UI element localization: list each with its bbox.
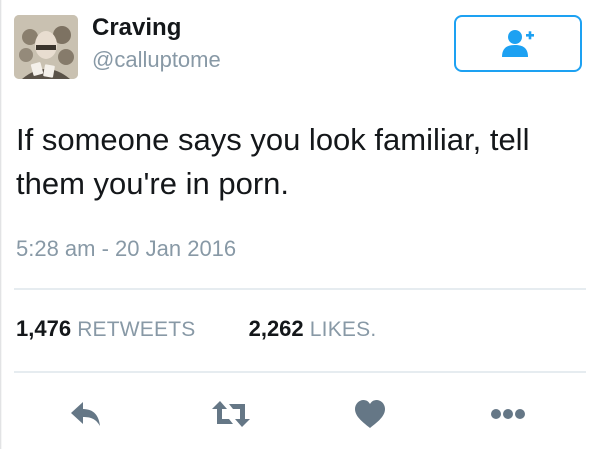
avatar[interactable] (14, 15, 78, 79)
tweet-text-line: If someone says you look familiar, tell (16, 122, 530, 157)
divider (14, 371, 586, 373)
user-handle[interactable]: @calluptome (92, 47, 221, 73)
more-icon (491, 409, 525, 419)
add-user-icon (502, 29, 534, 57)
reply-button[interactable] (66, 394, 106, 434)
retweet-icon (212, 401, 250, 427)
like-button[interactable] (350, 394, 390, 434)
display-name[interactable]: Craving (92, 14, 181, 42)
more-button[interactable] (488, 394, 528, 434)
retweets-stat[interactable]: 1,476 RETWEETS (16, 315, 195, 344)
retweets-label: RETWEETS (77, 318, 196, 341)
heart-icon (355, 400, 385, 428)
likes-count: 2,262 (248, 316, 304, 341)
tweet-stats: 1,476 RETWEETS 2,262 LIKES. (16, 315, 376, 344)
tweet-timestamp[interactable]: 5:28 am - 20 Jan 2016 (16, 235, 236, 263)
follow-button[interactable] (454, 15, 582, 72)
retweets-count: 1,476 (16, 316, 72, 341)
likes-label: LIKES. (309, 318, 377, 341)
screen-edge (0, 0, 2, 449)
retweet-button[interactable] (211, 394, 251, 434)
tweet-text-line: them you're in porn. (16, 166, 290, 201)
likes-stat[interactable]: 2,262 LIKES. (249, 315, 377, 344)
divider (14, 288, 586, 290)
tweet-text: If someone says you look familiar, tell … (16, 118, 586, 206)
user-avatar-image (14, 15, 78, 79)
reply-icon (71, 402, 100, 426)
